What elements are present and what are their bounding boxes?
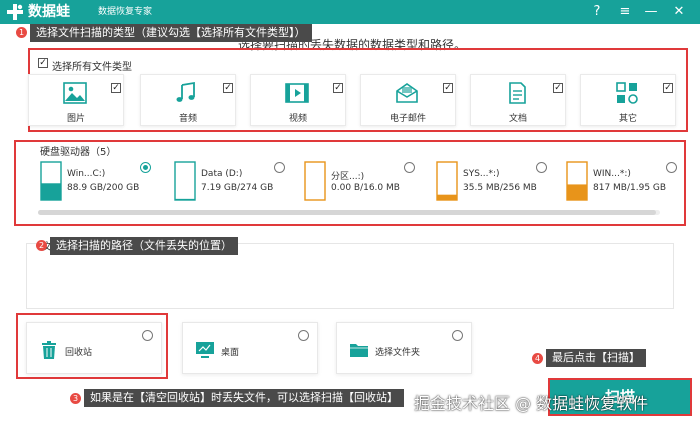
drive-name: Win...C:) (67, 169, 106, 179)
drive-win[interactable]: WIN...*:) 817 MB/1.95 GB (566, 159, 678, 207)
title-bar: 数据蛙 数据恢复专家 ? ≡ — ✕ (0, 0, 700, 24)
drive-size: 817 MB/1.95 GB (593, 183, 667, 193)
drive-icon (40, 161, 62, 201)
app-name: 数据蛙 (28, 4, 70, 20)
minimize-button[interactable]: — (642, 2, 660, 22)
help-button[interactable]: ? (588, 2, 606, 22)
file-type-label: 电子邮件 (389, 114, 426, 124)
drive-size: 7.19 GB/274 GB (201, 183, 274, 193)
file-type-audio[interactable]: ✓ 音频 (140, 74, 236, 126)
drive-partition-radio[interactable] (404, 162, 415, 173)
image-checkbox[interactable]: ✓ (111, 83, 121, 93)
video-icon (285, 83, 309, 103)
drive-icon (436, 161, 458, 201)
callout-4: 最后点击【扫描】 (546, 349, 646, 367)
other-icon (616, 82, 638, 104)
drive-size: 35.5 MB/256 MB (463, 183, 537, 193)
file-type-label: 文档 (508, 114, 527, 124)
select-all-checkbox[interactable]: ✓ (38, 58, 48, 68)
drive-icon (174, 161, 196, 201)
recycle-bin-icon (42, 341, 56, 359)
location-label: 选择文件夹 (375, 348, 421, 358)
music-icon (176, 81, 195, 102)
drive-name: 分区...:) (331, 172, 365, 182)
file-type-label: 视频 (288, 114, 307, 124)
drive-d[interactable]: Data (D:) 7.19 GB/274 GB (174, 159, 286, 207)
audio-checkbox[interactable]: ✓ (223, 83, 233, 93)
file-type-label: 音频 (178, 114, 197, 124)
folder-icon (350, 344, 368, 357)
email-icon (396, 83, 418, 103)
drive-partition[interactable]: 分区...:) 0.00 B/16.0 MB (304, 159, 416, 207)
image-icon (63, 82, 87, 104)
callout-2-badge: 2 (36, 240, 47, 251)
drive-d-radio[interactable] (274, 162, 285, 173)
desktop-icon (196, 342, 214, 358)
drive-size: 88.9 GB/200 GB (67, 183, 140, 193)
close-button[interactable]: ✕ (670, 2, 688, 22)
file-type-other[interactable]: ✓ 其它 (580, 74, 676, 126)
other-checkbox[interactable]: ✓ (663, 83, 673, 93)
email-checkbox[interactable]: ✓ (443, 83, 453, 93)
callout-3: 如果是在【清空回收站】时丢失文件，可以选择扫描【回收站】 (84, 389, 404, 407)
drive-win-radio[interactable] (666, 162, 677, 173)
select-all-label: 选择所有文件类型 (52, 62, 132, 73)
drive-icon (566, 161, 588, 201)
drives-label: 硬盘驱动器（5） (38, 143, 119, 158)
file-type-video[interactable]: ✓ 视频 (250, 74, 346, 126)
drive-name: Data (D:) (201, 169, 243, 179)
file-type-document[interactable]: ✓ 文档 (470, 74, 566, 126)
drive-size: 0.00 B/16.0 MB (331, 183, 400, 193)
document-icon (509, 82, 526, 104)
callout-1: 选择文件扫描的类型（建议勾选【选择所有文件类型】） (30, 24, 312, 42)
drive-name: SYS...*:) (463, 169, 500, 179)
file-type-email[interactable]: ✓ 电子邮件 (360, 74, 456, 126)
drives-scrollbar[interactable] (38, 210, 660, 215)
file-type-image[interactable]: ✓ 图片 (28, 74, 124, 126)
file-type-label: 图片 (66, 114, 85, 124)
document-checkbox[interactable]: ✓ (553, 83, 563, 93)
video-checkbox[interactable]: ✓ (333, 83, 343, 93)
drive-c[interactable]: Win...C:) 88.9 GB/200 GB (40, 159, 152, 207)
file-type-label: 其它 (618, 114, 637, 124)
app-logo-icon (7, 4, 23, 20)
drive-sys-radio[interactable] (536, 162, 547, 173)
callout-3-badge: 3 (70, 393, 81, 404)
drive-c-radio[interactable] (140, 162, 151, 173)
drive-name: WIN...*:) (593, 169, 631, 179)
location-recycle-bin[interactable]: 回收站 (26, 322, 162, 374)
location-desktop[interactable]: 桌面 (182, 322, 318, 374)
watermark: 掘金技术社区 @ 数据蛙恢复软件 (414, 394, 649, 413)
select-folder-radio[interactable] (452, 330, 463, 341)
callout-4-badge: 4 (532, 353, 543, 364)
callout-1-badge: 1 (16, 27, 27, 38)
callout-2: 选择扫描的路径（文件丢失的位置） (50, 237, 238, 255)
location-select-folder[interactable]: 选择文件夹 (336, 322, 472, 374)
drive-sys[interactable]: SYS...*:) 35.5 MB/256 MB (436, 159, 548, 207)
menu-button[interactable]: ≡ (616, 2, 634, 22)
location-label: 回收站 (65, 348, 93, 358)
drive-icon (304, 161, 326, 201)
recycle-bin-radio[interactable] (142, 330, 153, 341)
app-subtitle: 数据恢复专家 (98, 7, 153, 17)
desktop-radio[interactable] (298, 330, 309, 341)
drives-scrollbar-thumb[interactable] (38, 210, 656, 215)
location-label: 桌面 (221, 348, 240, 358)
